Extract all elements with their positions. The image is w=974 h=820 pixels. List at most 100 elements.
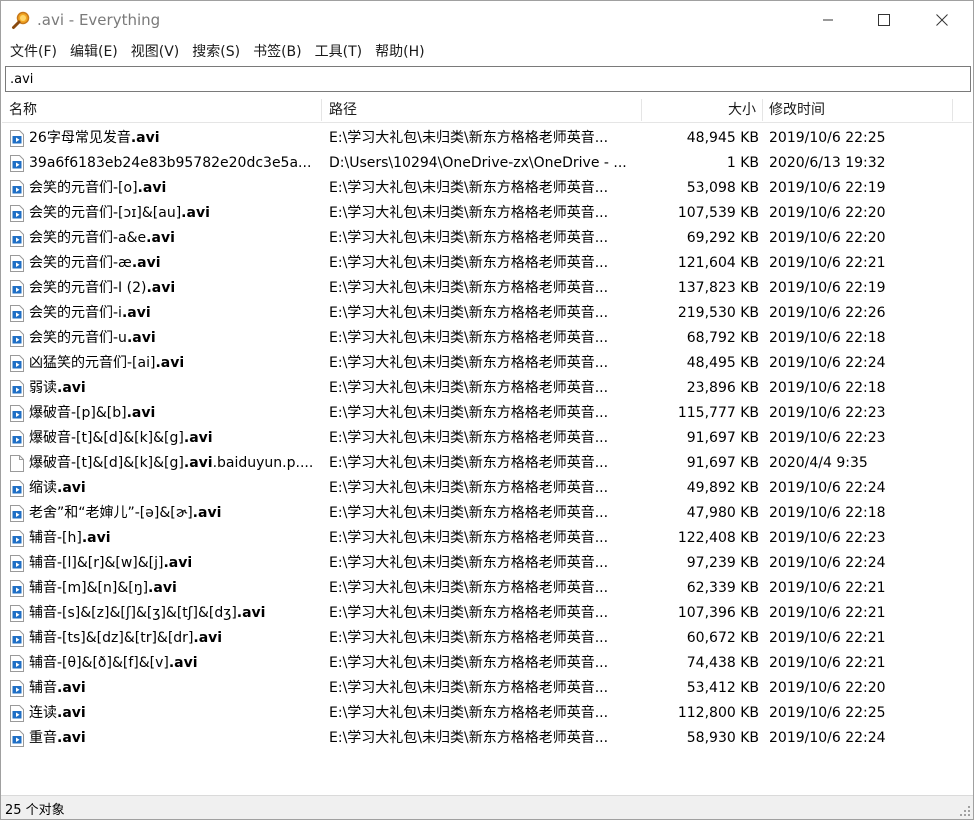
file-name-text: 39a6f6183eb24e83b95782e20dc3e5a... <box>29 155 312 171</box>
result-row[interactable]: 辅音-[θ]&[ð]&[f]&[v].avi E:\学习大礼包\未归类\新东方格格… <box>2 651 972 676</box>
file-name-text: 重音 <box>29 730 57 746</box>
menu-tools[interactable]: 工具(T) <box>312 41 365 61</box>
file-modified: 2019/10/6 22:23 <box>769 430 886 446</box>
result-row[interactable]: 辅音-[h].avi E:\学习大礼包\未归类\新东方格格老师英音... 122,4… <box>2 526 972 551</box>
result-row[interactable]: 39a6f6183eb24e83b95782e20dc3e5a... D:\Use… <box>2 151 972 176</box>
result-row[interactable]: 会笑的元音们-I (2).avi E:\学习大礼包\未归类\新东方格格老师英音..… <box>2 276 972 301</box>
file-path: E:\学习大礼包\未归类\新东方格格老师英音... <box>329 130 609 146</box>
status-bar: 25 个对象 <box>1 795 973 819</box>
menu-file[interactable]: 文件(F) <box>7 41 60 61</box>
result-row[interactable]: 会笑的元音们-[o].avi E:\学习大礼包\未归类\新东方格格老师英音... 5… <box>2 176 972 201</box>
file-name: 爆破音-[t]&[d]&[k]&[g].avi.baiduyun.p.... <box>29 451 319 476</box>
column-name-header[interactable]: 名称 <box>9 97 37 123</box>
result-row[interactable]: 辅音-[s]&[z]&[ʃ]&[ʒ]&[tʃ]&[dʒ].avi E:\学习大礼包… <box>2 601 972 626</box>
search-match-highlight: .avi <box>181 205 210 221</box>
file-path: E:\学习大礼包\未归类\新东方格格老师英音... <box>329 580 609 596</box>
file-modified: 2019/10/6 22:20 <box>769 230 886 246</box>
minimize-button[interactable] <box>805 1 851 39</box>
file-path: E:\学习大礼包\未归类\新东方格格老师英音... <box>329 655 609 671</box>
file-modified: 2020/4/4 9:35 <box>769 455 868 471</box>
file-path: E:\学习大礼包\未归类\新东方格格老师英音... <box>329 480 609 496</box>
video-file-icon <box>10 230 24 247</box>
result-row[interactable]: 辅音.avi E:\学习大礼包\未归类\新东方格格老师英音... 53,412 KB… <box>2 676 972 701</box>
result-row[interactable]: 缩读.avi E:\学习大礼包\未归类\新东方格格老师英音... 49,892 KB… <box>2 476 972 501</box>
search-input[interactable] <box>6 67 970 91</box>
file-path: E:\学习大礼包\未归类\新东方格格老师英音... <box>329 705 609 721</box>
column-header: 名称 路径 大小 修改时间 <box>2 97 972 123</box>
result-row[interactable]: 辅音-[ts]&[dz]&[tr]&[dr].avi E:\学习大礼包\未归类\新… <box>2 626 972 651</box>
file-name: 会笑的元音们-I (2).avi <box>29 276 319 301</box>
search-match-highlight: .avi <box>193 630 223 646</box>
search-box <box>5 66 971 92</box>
file-size: 1 KB <box>726 155 759 171</box>
video-file-icon <box>10 255 24 272</box>
result-row[interactable]: 辅音-[l]&[r]&[w]&[j].avi E:\学习大礼包\未归类\新东方格格… <box>2 551 972 576</box>
result-row[interactable]: 凶猛笑的元音们-[ai].avi E:\学习大礼包\未归类\新东方格格老师英音..… <box>2 351 972 376</box>
file-path: E:\学习大礼包\未归类\新东方格格老师英音... <box>329 230 609 246</box>
column-modified-header[interactable]: 修改时间 <box>769 97 825 123</box>
file-size: 60,672 KB <box>686 630 759 646</box>
file-name: 会笑的元音们-[o].avi <box>29 176 319 201</box>
file-name: 辅音-[l]&[r]&[w]&[j].avi <box>29 551 319 576</box>
file-path: E:\学习大礼包\未归类\新东方格格老师英音... <box>329 205 609 221</box>
file-path: E:\学习大礼包\未归类\新东方格格老师英音... <box>329 505 609 521</box>
result-row[interactable]: 连读.avi E:\学习大礼包\未归类\新东方格格老师英音... 112,800 K… <box>2 701 972 726</box>
file-size: 48,945 KB <box>686 130 759 146</box>
menu-edit[interactable]: 编辑(E) <box>67 41 121 61</box>
column-size-header[interactable]: 大小 <box>642 97 756 123</box>
result-row[interactable]: 爆破音-[t]&[d]&[k]&[g].avi.baiduyun.p.... E:… <box>2 451 972 476</box>
menu-help[interactable]: 帮助(H) <box>372 41 427 61</box>
file-name-text: 辅音-[l]&[r]&[w]&[j] <box>29 555 164 571</box>
title-bar: .avi - Everything <box>1 1 973 39</box>
result-row[interactable]: 会笑的元音们-a&e.avi E:\学习大礼包\未归类\新东方格格老师英音... 6… <box>2 226 972 251</box>
search-match-highlight: .avi <box>146 280 176 296</box>
file-name: 会笑的元音们-u.avi <box>29 326 319 351</box>
result-row[interactable]: 26字母常见发音.avi E:\学习大礼包\未归类\新东方格格老师英音... 48,… <box>2 126 972 151</box>
file-name-text: 爆破音-[t]&[d]&[k]&[g] <box>29 455 184 471</box>
file-name-text: 会笑的元音们-æ <box>29 255 132 271</box>
close-button[interactable] <box>919 1 965 39</box>
column-divider[interactable] <box>321 99 322 121</box>
result-row[interactable]: 会笑的元音们-u.avi E:\学习大礼包\未归类\新东方格格老师英音... 68,… <box>2 326 972 351</box>
window-title: .avi - Everything <box>37 11 161 29</box>
maximize-button[interactable] <box>861 1 907 39</box>
column-divider[interactable] <box>762 99 763 121</box>
file-name-text: 辅音 <box>29 680 57 696</box>
menu-bookmarks[interactable]: 书签(B) <box>250 41 305 61</box>
file-name: 辅音-[ts]&[dz]&[tr]&[dr].avi <box>29 626 319 651</box>
search-match-highlight: .avi <box>146 230 175 246</box>
everything-window: .avi - Everything 文件(F) 编辑(E) 视图(V) 搜索(S… <box>0 0 974 820</box>
search-match-highlight: .avi <box>57 730 86 746</box>
result-row[interactable]: 会笑的元音们-i.avi E:\学习大礼包\未归类\新东方格格老师英音... 219… <box>2 301 972 326</box>
file-name-text: 凶猛笑的元音们-[ai] <box>29 355 156 371</box>
file-name: 辅音.avi <box>29 676 319 701</box>
file-name: 会笑的元音们-[ɔɪ]&[au].avi <box>29 201 319 226</box>
column-divider[interactable] <box>952 99 953 121</box>
result-row[interactable]: 爆破音-[t]&[d]&[k]&[g].avi E:\学习大礼包\未归类\新东方格… <box>2 426 972 451</box>
file-size: 112,800 KB <box>677 705 759 721</box>
file-name: 重音.avi <box>29 726 319 751</box>
file-modified: 2019/10/6 22:20 <box>769 205 886 221</box>
result-row[interactable]: 重音.avi E:\学习大礼包\未归类\新东方格格老师英音... 58,930 KB… <box>2 726 972 751</box>
result-row[interactable]: 会笑的元音们-æ.avi E:\学习大礼包\未归类\新东方格格老师英音... 121… <box>2 251 972 276</box>
menu-search[interactable]: 搜索(S) <box>189 41 243 61</box>
file-path: E:\学习大礼包\未归类\新东方格格老师英音... <box>329 380 609 396</box>
video-file-icon <box>10 405 24 422</box>
result-row[interactable]: 老舍”和“老婶儿”-[ə]&[ɚ].avi E:\学习大礼包\未归类\新东方格格老… <box>2 501 972 526</box>
search-match-highlight: .avi <box>126 330 156 346</box>
file-name-text: 缩读 <box>29 480 57 496</box>
result-row[interactable]: 爆破音-[p]&[b].avi E:\学习大礼包\未归类\新东方格格老师英音...… <box>2 401 972 426</box>
search-match-highlight: .avi <box>131 255 161 271</box>
video-file-icon <box>10 605 24 622</box>
file-size: 107,539 KB <box>677 205 759 221</box>
menu-bar: 文件(F) 编辑(E) 视图(V) 搜索(S) 书签(B) 工具(T) 帮助(H… <box>1 39 973 63</box>
file-size: 69,292 KB <box>686 230 759 246</box>
resize-grip-icon[interactable] <box>959 805 971 817</box>
column-path-header[interactable]: 路径 <box>329 97 357 123</box>
result-row[interactable]: 弱读.avi E:\学习大礼包\未归类\新东方格格老师英音... 23,896 KB… <box>2 376 972 401</box>
video-file-icon <box>10 355 24 372</box>
result-row[interactable]: 辅音-[m]&[n]&[ŋ].avi E:\学习大礼包\未归类\新东方格格老师英音… <box>2 576 972 601</box>
file-modified: 2019/10/6 22:21 <box>769 580 886 596</box>
menu-view[interactable]: 视图(V) <box>128 41 183 61</box>
result-row[interactable]: 会笑的元音们-[ɔɪ]&[au].avi E:\学习大礼包\未归类\新东方格格老师… <box>2 201 972 226</box>
